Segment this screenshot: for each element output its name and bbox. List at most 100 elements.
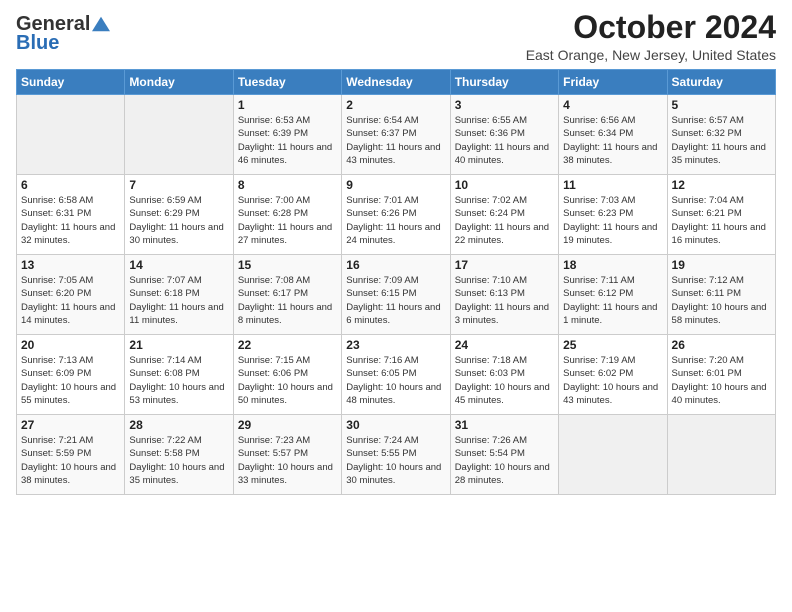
calendar-cell: 25Sunrise: 7:19 AM Sunset: 6:02 PM Dayli… <box>559 335 667 415</box>
logo-general: General <box>16 14 90 34</box>
calendar-cell: 20 Sunrise: 7:13 AM Sunset: 6:09 PM Dayli… <box>17 335 125 415</box>
calendar-cell <box>667 415 775 495</box>
day-info: Sunrise: 7:23 AM Sunset: 5:57 PM Dayligh… <box>238 434 337 487</box>
day-number: 12 <box>672 178 771 192</box>
day-info: Sunrise: 7:03 AM Sunset: 6:23 PM Dayligh… <box>563 194 662 247</box>
header: General Blue October 2024 East Orange, N… <box>16 10 776 63</box>
calendar-cell: 27 Sunrise: 7:21 AM Sunset: 5:59 PM Dayli… <box>17 415 125 495</box>
day-number: 8 <box>238 178 337 192</box>
calendar-cell: 29 Sunrise: 7:23 AM Sunset: 5:57 PM Dayli… <box>233 415 341 495</box>
calendar-cell: 5 Sunrise: 6:57 AM Sunset: 6:32 PM Daylig… <box>667 95 775 175</box>
day-info: Sunrise: 7:21 AM Sunset: 5:59 PM Dayligh… <box>21 434 120 487</box>
day-info: Sunrise: 6:54 AM Sunset: 6:37 PM Dayligh… <box>346 114 445 167</box>
calendar-cell: 6 Sunrise: 6:58 AM Sunset: 6:31 PM Daylig… <box>17 175 125 255</box>
day-info: Sunrise: 7:08 AM Sunset: 6:17 PM Dayligh… <box>238 274 337 327</box>
day-number: 4 <box>563 98 662 112</box>
logo-area: General Blue <box>16 10 110 55</box>
day-number: 19 <box>672 258 771 272</box>
day-number: 9 <box>346 178 445 192</box>
day-number: 17 <box>455 258 554 272</box>
day-info: Sunrise: 6:55 AM Sunset: 6:36 PM Dayligh… <box>455 114 554 167</box>
day-info: Sunrise: 6:57 AM Sunset: 6:32 PM Dayligh… <box>672 114 771 167</box>
title-area: October 2024 East Orange, New Jersey, Un… <box>526 10 776 63</box>
calendar-cell <box>125 95 233 175</box>
logo-icon <box>92 15 110 33</box>
calendar-cell: 31 Sunrise: 7:26 AM Sunset: 5:54 PM Dayli… <box>450 415 558 495</box>
day-number: 27 <box>21 418 120 432</box>
col-wednesday: Wednesday <box>342 70 450 95</box>
calendar-cell: 22 Sunrise: 7:15 AM Sunset: 6:06 PM Dayli… <box>233 335 341 415</box>
day-number: 30 <box>346 418 445 432</box>
day-number: 6 <box>21 178 120 192</box>
day-info: Sunrise: 7:10 AM Sunset: 6:13 PM Dayligh… <box>455 274 554 327</box>
col-monday: Monday <box>125 70 233 95</box>
calendar-week-4: 20 Sunrise: 7:13 AM Sunset: 6:09 PM Dayli… <box>17 335 776 415</box>
calendar-cell: 1Sunrise: 6:53 AM Sunset: 6:39 PM Daylig… <box>233 95 341 175</box>
day-number: 26 <box>672 338 771 352</box>
calendar-cell: 9 Sunrise: 7:01 AM Sunset: 6:26 PM Daylig… <box>342 175 450 255</box>
day-info: Sunrise: 7:12 AM Sunset: 6:11 PM Dayligh… <box>672 274 771 327</box>
day-info: Sunrise: 7:01 AM Sunset: 6:26 PM Dayligh… <box>346 194 445 247</box>
calendar-week-3: 13 Sunrise: 7:05 AM Sunset: 6:20 PM Dayli… <box>17 255 776 335</box>
calendar-week-2: 6 Sunrise: 6:58 AM Sunset: 6:31 PM Daylig… <box>17 175 776 255</box>
day-info: Sunrise: 7:15 AM Sunset: 6:06 PM Dayligh… <box>238 354 337 407</box>
day-number: 22 <box>238 338 337 352</box>
calendar-header-row: Sunday Monday Tuesday Wednesday Thursday… <box>17 70 776 95</box>
day-number: 5 <box>672 98 771 112</box>
col-saturday: Saturday <box>667 70 775 95</box>
day-info: Sunrise: 7:07 AM Sunset: 6:18 PM Dayligh… <box>129 274 228 327</box>
day-number: 29 <box>238 418 337 432</box>
day-number: 14 <box>129 258 228 272</box>
col-thursday: Thursday <box>450 70 558 95</box>
day-info: Sunrise: 6:59 AM Sunset: 6:29 PM Dayligh… <box>129 194 228 247</box>
calendar-cell: 30 Sunrise: 7:24 AM Sunset: 5:55 PM Dayli… <box>342 415 450 495</box>
day-number: 24 <box>455 338 554 352</box>
calendar-cell: 28 Sunrise: 7:22 AM Sunset: 5:58 PM Dayli… <box>125 415 233 495</box>
calendar-cell: 26Sunrise: 7:20 AM Sunset: 6:01 PM Dayli… <box>667 335 775 415</box>
day-info: Sunrise: 6:56 AM Sunset: 6:34 PM Dayligh… <box>563 114 662 167</box>
calendar-cell: 16Sunrise: 7:09 AM Sunset: 6:15 PM Dayli… <box>342 255 450 335</box>
location-title: East Orange, New Jersey, United States <box>526 47 776 63</box>
calendar-cell: 11Sunrise: 7:03 AM Sunset: 6:23 PM Dayli… <box>559 175 667 255</box>
day-info: Sunrise: 7:26 AM Sunset: 5:54 PM Dayligh… <box>455 434 554 487</box>
day-number: 2 <box>346 98 445 112</box>
calendar-cell <box>17 95 125 175</box>
day-number: 7 <box>129 178 228 192</box>
day-info: Sunrise: 7:05 AM Sunset: 6:20 PM Dayligh… <box>21 274 120 327</box>
day-info: Sunrise: 7:18 AM Sunset: 6:03 PM Dayligh… <box>455 354 554 407</box>
day-info: Sunrise: 7:22 AM Sunset: 5:58 PM Dayligh… <box>129 434 228 487</box>
day-info: Sunrise: 7:00 AM Sunset: 6:28 PM Dayligh… <box>238 194 337 247</box>
day-number: 13 <box>21 258 120 272</box>
calendar-cell: 12 Sunrise: 7:04 AM Sunset: 6:21 PM Dayli… <box>667 175 775 255</box>
calendar-cell: 4 Sunrise: 6:56 AM Sunset: 6:34 PM Daylig… <box>559 95 667 175</box>
day-number: 10 <box>455 178 554 192</box>
day-number: 31 <box>455 418 554 432</box>
calendar-week-1: 1Sunrise: 6:53 AM Sunset: 6:39 PM Daylig… <box>17 95 776 175</box>
col-tuesday: Tuesday <box>233 70 341 95</box>
day-info: Sunrise: 7:13 AM Sunset: 6:09 PM Dayligh… <box>21 354 120 407</box>
logo: General <box>16 14 110 34</box>
calendar-cell: 15 Sunrise: 7:08 AM Sunset: 6:17 PM Dayli… <box>233 255 341 335</box>
calendar-cell: 13 Sunrise: 7:05 AM Sunset: 6:20 PM Dayli… <box>17 255 125 335</box>
col-friday: Friday <box>559 70 667 95</box>
day-number: 3 <box>455 98 554 112</box>
day-number: 15 <box>238 258 337 272</box>
calendar-cell: 3 Sunrise: 6:55 AM Sunset: 6:36 PM Daylig… <box>450 95 558 175</box>
day-info: Sunrise: 7:24 AM Sunset: 5:55 PM Dayligh… <box>346 434 445 487</box>
calendar-cell: 24 Sunrise: 7:18 AM Sunset: 6:03 PM Dayli… <box>450 335 558 415</box>
calendar-table: Sunday Monday Tuesday Wednesday Thursday… <box>16 69 776 495</box>
day-info: Sunrise: 7:02 AM Sunset: 6:24 PM Dayligh… <box>455 194 554 247</box>
calendar-cell: 14 Sunrise: 7:07 AM Sunset: 6:18 PM Dayli… <box>125 255 233 335</box>
calendar-cell: 19 Sunrise: 7:12 AM Sunset: 6:11 PM Dayli… <box>667 255 775 335</box>
calendar-cell: 8 Sunrise: 7:00 AM Sunset: 6:28 PM Daylig… <box>233 175 341 255</box>
calendar-cell: 2 Sunrise: 6:54 AM Sunset: 6:37 PM Daylig… <box>342 95 450 175</box>
logo-blue: Blue <box>16 32 59 55</box>
day-info: Sunrise: 6:58 AM Sunset: 6:31 PM Dayligh… <box>21 194 120 247</box>
day-number: 16 <box>346 258 445 272</box>
day-number: 28 <box>129 418 228 432</box>
day-info: Sunrise: 7:04 AM Sunset: 6:21 PM Dayligh… <box>672 194 771 247</box>
calendar-cell: 23Sunrise: 7:16 AM Sunset: 6:05 PM Dayli… <box>342 335 450 415</box>
day-number: 25 <box>563 338 662 352</box>
calendar-cell: 17 Sunrise: 7:10 AM Sunset: 6:13 PM Dayli… <box>450 255 558 335</box>
day-number: 20 <box>21 338 120 352</box>
